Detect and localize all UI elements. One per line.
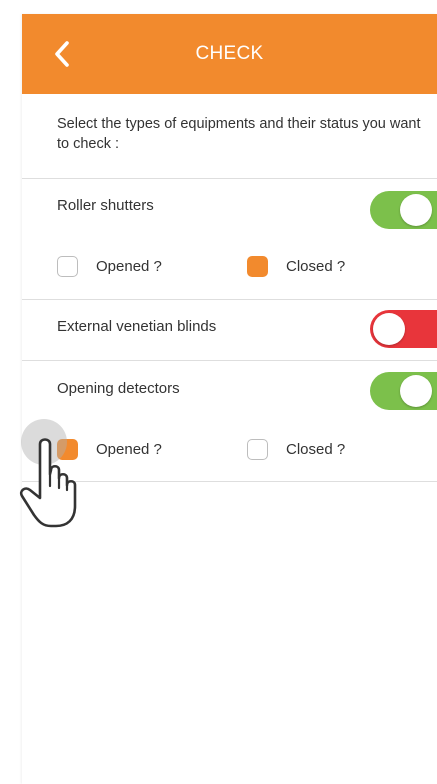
option-label: Opened ? (96, 258, 162, 275)
external-venetian-blinds-toggle[interactable] (370, 310, 437, 348)
option-label: Closed ? (286, 258, 346, 275)
header-bar: CHECK (22, 14, 437, 94)
intro-text: Select the types of equipments and their… (57, 116, 421, 152)
option-label: Opened ? (96, 441, 162, 458)
roller-shutters-opened-checkbox[interactable] (57, 256, 78, 277)
hand-pointer-icon (19, 438, 77, 528)
roller-shutters-opened-option[interactable]: Opened ? (57, 256, 162, 277)
section-label-roller-shutters: Roller shutters (57, 197, 154, 214)
toggle-knob (400, 194, 432, 226)
section-label-external-venetian-blinds: External venetian blinds (57, 318, 217, 335)
divider (22, 299, 437, 300)
check-screen: CHECK Select the types of equipments and… (22, 14, 437, 784)
page-title: CHECK (195, 43, 264, 64)
section-label-opening-detectors: Opening detectors (57, 380, 180, 397)
option-label: Closed ? (286, 441, 346, 458)
divider (22, 481, 437, 482)
opening-detectors-toggle[interactable] (370, 372, 437, 410)
opening-detectors-closed-option[interactable]: Closed ? (247, 439, 345, 460)
roller-shutters-toggle[interactable] (370, 191, 437, 229)
toggle-knob (400, 375, 432, 407)
toggle-knob (373, 313, 405, 345)
opening-detectors-closed-checkbox[interactable] (247, 439, 268, 460)
divider (22, 360, 437, 361)
roller-shutters-closed-option[interactable]: Closed ? (247, 256, 345, 277)
divider (22, 178, 437, 179)
roller-shutters-closed-checkbox[interactable] (247, 256, 268, 277)
